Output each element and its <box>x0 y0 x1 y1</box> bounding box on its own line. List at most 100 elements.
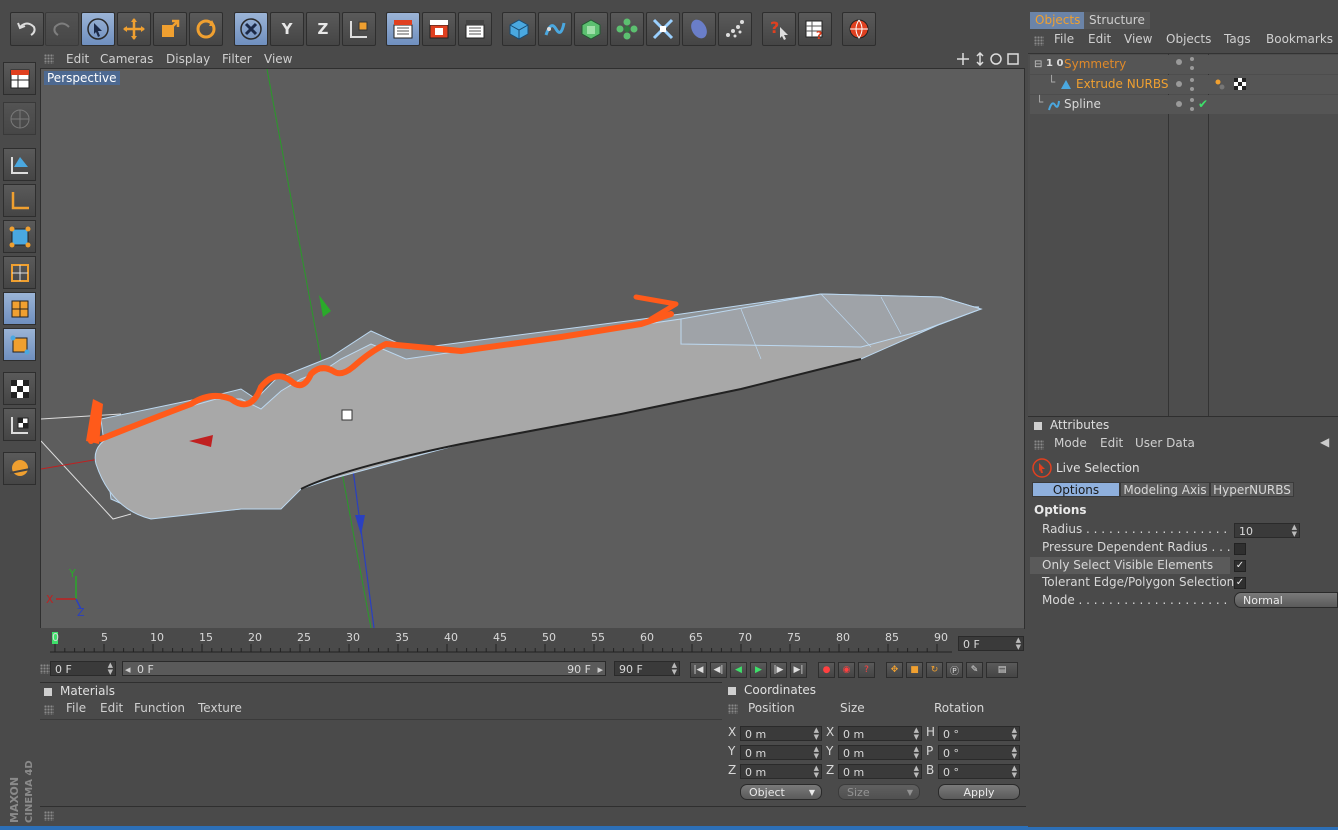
viewport-menu-edit[interactable]: Edit <box>66 52 89 66</box>
expand-icon[interactable]: ⊟ <box>1034 55 1042 74</box>
apply-button[interactable]: Apply <box>938 784 1020 800</box>
previous-frame-button[interactable]: ◀| <box>710 662 727 678</box>
make-editable-button[interactable] <box>3 102 36 135</box>
object-name[interactable]: Spline <box>1064 95 1101 114</box>
render-visibility-dot[interactable] <box>1190 78 1194 82</box>
attributes-menu-mode[interactable]: Mode <box>1054 436 1087 450</box>
viewport-nav-icons[interactable] <box>956 52 1020 66</box>
add-spline-button[interactable] <box>538 12 572 46</box>
objects-menu-file[interactable]: File <box>1054 32 1074 46</box>
grip-handle[interactable] <box>1034 440 1044 450</box>
add-environment-button[interactable] <box>682 12 716 46</box>
viewport-scene[interactable]: Y X Z <box>41 69 1024 628</box>
end-frame-field[interactable]: 90 F ▲ ▼ <box>614 661 680 676</box>
radius-field[interactable]: 10 ▲ ▼ <box>1234 523 1300 538</box>
grip-handle[interactable] <box>1034 36 1044 46</box>
move-tool-button[interactable] <box>117 12 151 46</box>
start-frame-field[interactable]: 0 F ▲ ▼ <box>50 661 116 676</box>
size-mode-select[interactable]: Size ▼ <box>838 784 920 800</box>
enabled-check-icon[interactable]: ✔ <box>1198 95 1208 114</box>
points-mode-button[interactable] <box>3 220 36 253</box>
render-visibility-dot[interactable] <box>1190 87 1194 91</box>
rotation-p-field[interactable]: 0 ° ▲ ▼ <box>938 745 1020 760</box>
render-settings-button[interactable] <box>458 12 492 46</box>
timeline-ruler[interactable]: 0 5 10 15 20 25 30 35 40 45 50 55 60 65 70 75 80 85 90 <box>40 628 1024 658</box>
key-scale-button[interactable]: ■ <box>906 662 923 678</box>
position-y-field[interactable]: 0 m ▲ ▼ <box>740 745 822 760</box>
tree-row-symmetry[interactable]: ⊟ 1 0 Symmetry <box>1030 55 1338 74</box>
coordinate-mode-select[interactable]: Object ▼ <box>740 784 822 800</box>
frame-range-slider[interactable]: ◂ 0 F 90 F ▸ <box>122 661 606 676</box>
key-position-button[interactable]: ✥ <box>886 662 903 678</box>
render-visibility-dot[interactable] <box>1190 107 1194 111</box>
rotation-b-field[interactable]: 0 ° ▲ ▼ <box>938 764 1020 779</box>
render-visibility-dot[interactable] <box>1190 57 1194 61</box>
objects-menu-objects[interactable]: Objects <box>1166 32 1211 46</box>
scale-tool-button[interactable] <box>153 12 187 46</box>
workplane-button[interactable] <box>3 452 36 485</box>
polygons-mode-button[interactable] <box>3 292 36 325</box>
grip-handle[interactable] <box>40 664 50 674</box>
grip-handle[interactable] <box>728 704 738 714</box>
rotate-tool-button[interactable] <box>189 12 223 46</box>
render-visibility-dot[interactable] <box>1190 66 1194 70</box>
current-frame-field[interactable]: 0 F ▲ ▼ <box>958 636 1024 651</box>
position-z-field[interactable]: 0 m ▲ ▼ <box>740 764 822 779</box>
mode-select[interactable]: Normal <box>1234 592 1338 608</box>
grip-handle[interactable] <box>44 54 54 64</box>
perspective-viewport[interactable]: Perspective Y X Z <box>40 68 1025 629</box>
render-view-button[interactable] <box>386 12 420 46</box>
add-array-button[interactable] <box>610 12 644 46</box>
objects-menu-tags[interactable]: Tags <box>1224 32 1251 46</box>
editor-visibility-dot[interactable] <box>1176 59 1182 65</box>
keyframe-selection-button[interactable]: ? <box>858 662 875 678</box>
objects-menu-view[interactable]: View <box>1124 32 1152 46</box>
size-x-field[interactable]: 0 m ▲ ▼ <box>838 726 922 741</box>
render-picture-viewer-button[interactable] <box>422 12 456 46</box>
tab-objects[interactable]: Objects <box>1030 12 1086 29</box>
tab-hypernurbs[interactable]: HyperNURBS <box>1210 482 1294 497</box>
phong-tag-icon[interactable] <box>1214 78 1226 90</box>
panel-close-square[interactable] <box>728 687 736 695</box>
tab-structure[interactable]: Structure <box>1084 12 1150 29</box>
tab-modeling-axis[interactable]: Modeling Axis <box>1120 482 1210 497</box>
add-deformer-button[interactable] <box>646 12 680 46</box>
viewport-menu-cameras[interactable]: Cameras <box>100 52 153 66</box>
coordinate-system-button[interactable] <box>342 12 376 46</box>
materials-menu-file[interactable]: File <box>66 701 86 715</box>
texture-tag-icon[interactable] <box>1234 78 1246 90</box>
axis-x-lock-button[interactable] <box>234 12 268 46</box>
grip-handle[interactable] <box>44 705 54 715</box>
tree-row-spline[interactable]: └ Spline ✔ <box>1030 95 1338 114</box>
objects-menu-bookmarks[interactable]: Bookmarks <box>1266 32 1333 46</box>
attributes-menu-edit[interactable]: Edit <box>1100 436 1123 450</box>
object-tool-button[interactable] <box>3 184 36 217</box>
online-button[interactable] <box>842 12 876 46</box>
grip-handle[interactable] <box>44 811 54 821</box>
visible-elements-checkbox[interactable]: ✓ <box>1234 560 1246 572</box>
goto-end-button[interactable]: ▶| <box>790 662 807 678</box>
texture-mode-button[interactable] <box>3 372 36 405</box>
materials-menu-function[interactable]: Function <box>134 701 185 715</box>
render-visibility-dot[interactable] <box>1190 98 1194 102</box>
play-forwards-button[interactable]: ▶ <box>750 662 767 678</box>
viewport-menu-view[interactable]: View <box>264 52 292 66</box>
size-z-field[interactable]: 0 m ▲ ▼ <box>838 764 922 779</box>
next-frame-button[interactable]: |▶ <box>770 662 787 678</box>
tree-row-extrude-nurbs[interactable]: └ Extrude NURBS <box>1030 75 1338 94</box>
context-help-button[interactable]: ? <box>798 12 832 46</box>
uv-mode-button[interactable] <box>3 328 36 361</box>
object-tree[interactable]: ⊟ 1 0 Symmetry └ Extrude NURBS └ Spline … <box>1028 53 1338 416</box>
goto-start-button[interactable]: |◀ <box>690 662 707 678</box>
panel-close-square[interactable] <box>44 688 52 696</box>
viewport-menu-filter[interactable]: Filter <box>222 52 252 66</box>
back-arrow-icon[interactable]: ◀ <box>1320 435 1329 449</box>
objects-menu-edit[interactable]: Edit <box>1088 32 1111 46</box>
key-pla-button[interactable]: ✎ <box>966 662 983 678</box>
panel-close-square[interactable] <box>1034 422 1042 430</box>
key-parameter-button[interactable]: Ⓟ <box>946 662 963 678</box>
axis-y-lock-button[interactable]: Y <box>270 12 304 46</box>
timeline-scheme-button[interactable]: ▤ <box>986 662 1018 678</box>
materials-menu-edit[interactable]: Edit <box>100 701 123 715</box>
editor-visibility-dot[interactable] <box>1176 101 1182 107</box>
